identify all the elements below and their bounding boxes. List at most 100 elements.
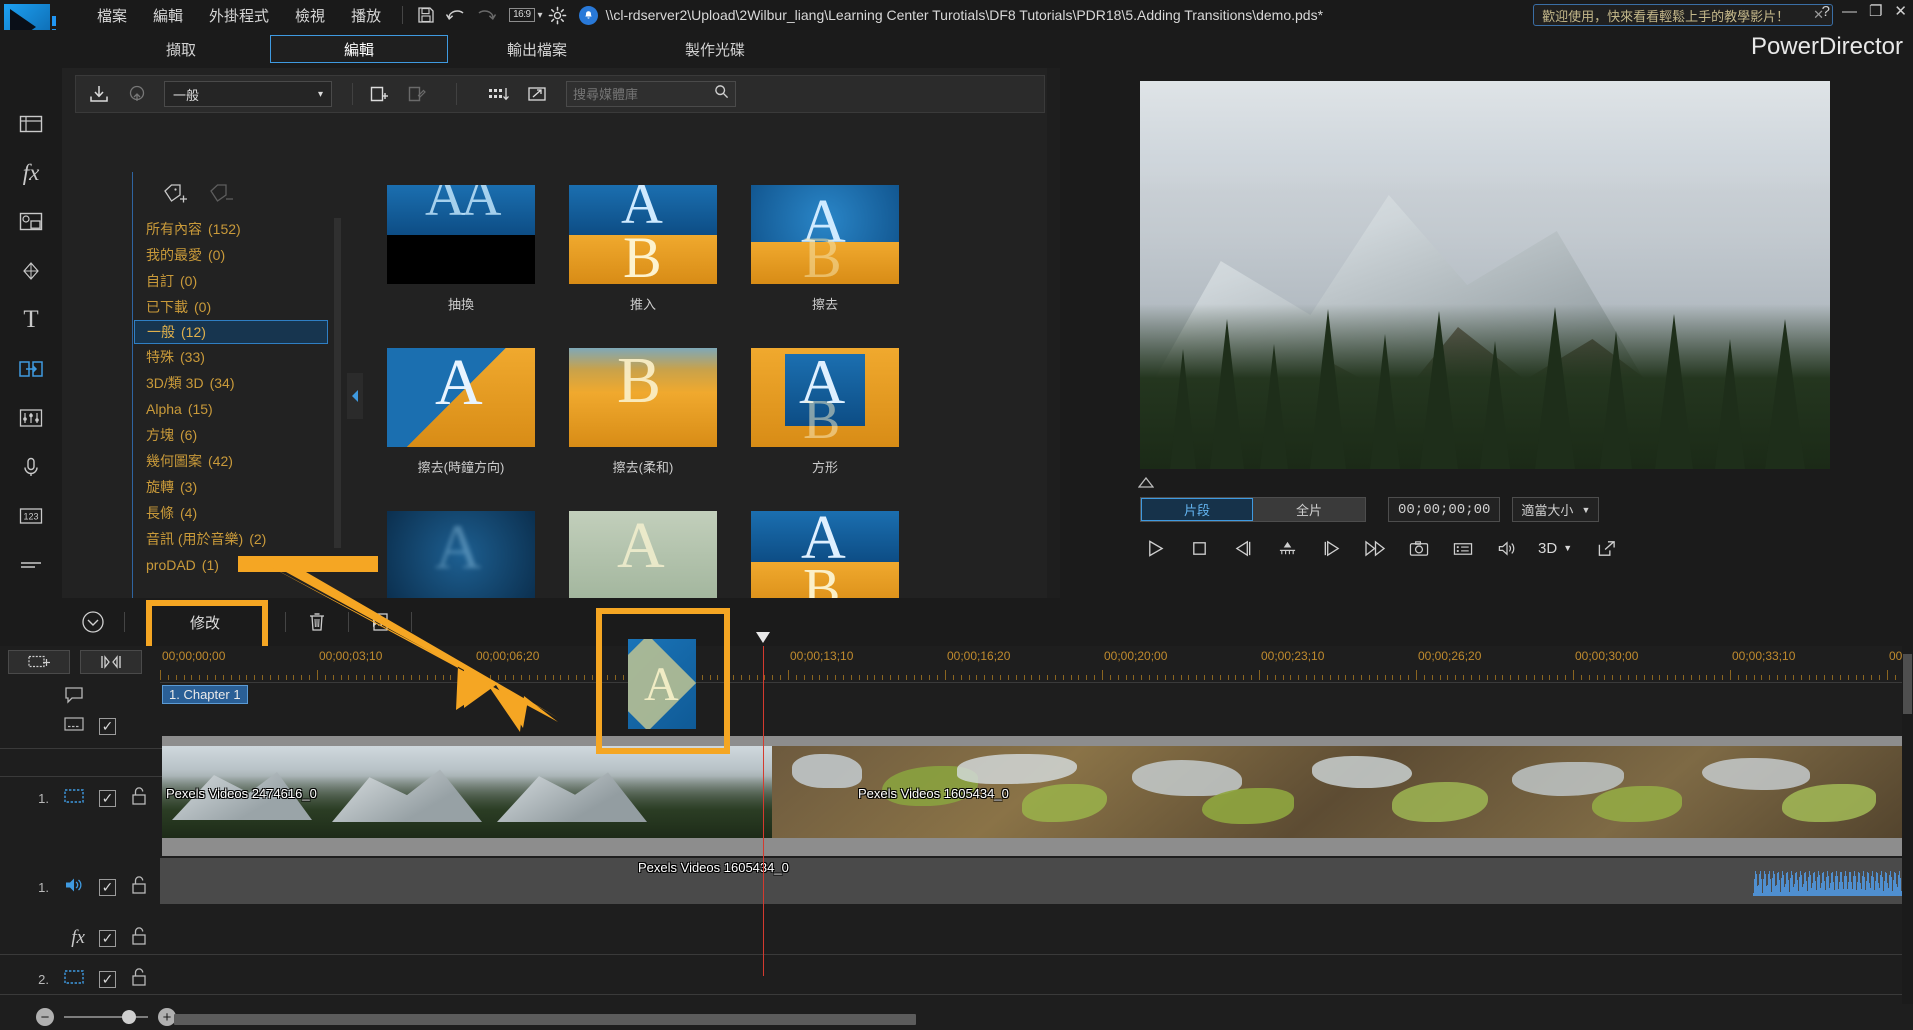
category-item-6[interactable]: 3D/類 3D(34) [134, 370, 334, 396]
add-folder-icon[interactable] [362, 79, 396, 109]
transition-thumbnail[interactable]: AB [751, 185, 899, 284]
transition-item-2[interactable]: AB擦去 [734, 178, 916, 341]
notification-bell-icon[interactable] [579, 6, 598, 25]
category-scrollbar[interactable] [334, 218, 341, 548]
timeline-horizontal-scrollbar[interactable] [168, 1014, 1868, 1025]
gear-icon[interactable] [543, 2, 573, 28]
transition-room-icon[interactable] [10, 353, 52, 385]
stop-icon[interactable] [1184, 535, 1214, 561]
tag-remove-icon[interactable] [208, 182, 236, 206]
modify-button[interactable]: 修改 [139, 607, 271, 637]
undo-icon[interactable] [441, 2, 471, 28]
menu-edit[interactable]: 編輯 [140, 1, 196, 30]
chapter-marker[interactable]: 1. Chapter 1 [162, 685, 248, 704]
effect-room-icon[interactable]: fx [10, 157, 52, 189]
menu-file[interactable]: 檔案 [84, 1, 140, 30]
import-icon[interactable] [82, 79, 116, 109]
transition-item-1[interactable]: AB推入 [552, 178, 734, 341]
edit-icon[interactable] [400, 79, 434, 109]
close-button[interactable]: ✕ [1894, 2, 1907, 22]
clip-properties-icon[interactable] [363, 607, 397, 637]
transition-item-4[interactable]: B擦去(柔和) [552, 341, 734, 504]
tab-edit[interactable]: 編輯 [270, 35, 448, 63]
transition-thumbnail[interactable]: AB [751, 511, 899, 610]
timeline-ruler[interactable]: 00;00;00;0000;00;03;1000;00;06;2000;00;1… [160, 646, 1913, 682]
search-icon[interactable] [714, 84, 729, 104]
menu-view[interactable]: 檢視 [282, 1, 338, 30]
category-item-4[interactable]: 一般(12) [134, 320, 328, 344]
zoom-out-button[interactable]: − [36, 1008, 54, 1026]
category-item-5[interactable]: 特殊(33) [134, 344, 334, 370]
category-item-8[interactable]: 方塊(6) [134, 422, 334, 448]
timeline-transition-clip[interactable]: A [628, 639, 696, 729]
zoom-slider[interactable] [64, 1016, 148, 1018]
snapshot-icon[interactable] [1404, 535, 1434, 561]
transition-thumbnail[interactable]: AA [387, 185, 535, 284]
trash-icon[interactable] [300, 607, 334, 637]
category-item-10[interactable]: 旋轉(3) [134, 474, 334, 500]
video-2-lock-icon[interactable] [130, 967, 148, 992]
audio-1-visibility-checkbox[interactable] [99, 879, 116, 896]
minimize-button[interactable]: — [1842, 2, 1857, 22]
track-header-fx[interactable]: fx [0, 918, 160, 958]
category-item-11[interactable]: 長條(4) [134, 500, 334, 526]
transition-item-5[interactable]: AB方形 [734, 341, 916, 504]
category-item-2[interactable]: 自訂(0) [134, 268, 334, 294]
tag-add-icon[interactable] [162, 182, 190, 206]
aspect-ratio-selector[interactable]: 16:9 ▾ [509, 2, 543, 28]
category-item-12[interactable]: 音訊 (用於音樂)(2) [134, 526, 334, 552]
playhead[interactable] [763, 646, 764, 976]
chapter-room-icon[interactable]: 123 [10, 500, 52, 532]
track-header-subtitle[interactable] [0, 712, 160, 740]
audio-1-lock-icon[interactable] [130, 875, 148, 900]
3d-mode-selector[interactable]: 3D ▼ [1538, 540, 1572, 557]
menu-playback[interactable]: 播放 [338, 1, 394, 30]
category-item-13[interactable]: proDAD(1) [134, 552, 334, 578]
track-header-audio-1[interactable]: 1. [0, 856, 160, 918]
category-item-0[interactable]: 所有內容(152) [134, 216, 334, 242]
pip-object-room-icon[interactable] [10, 206, 52, 238]
video-1-lock-icon[interactable] [130, 786, 148, 811]
voice-over-icon[interactable] [10, 451, 52, 483]
search-input[interactable] [573, 87, 705, 102]
help-button[interactable]: ? [1822, 2, 1830, 22]
chevron-down-circle-icon[interactable] [76, 607, 110, 637]
media-room-icon[interactable] [10, 108, 52, 140]
popout-icon[interactable] [1592, 535, 1622, 561]
volume-icon[interactable] [1492, 535, 1522, 561]
category-item-1[interactable]: 我的最愛(0) [134, 242, 334, 268]
clip-pexels-2474616[interactable]: Pexels Videos 2474616_0 [162, 736, 772, 856]
category-item-9[interactable]: 幾何圖案(42) [134, 448, 334, 474]
category-item-7[interactable]: Alpha(15) [134, 396, 334, 422]
next-frame-icon[interactable] [1316, 535, 1346, 561]
fast-forward-icon[interactable] [1360, 535, 1390, 561]
play-icon[interactable] [1140, 535, 1170, 561]
marker-icon[interactable] [1272, 535, 1302, 561]
collapse-triangle-icon[interactable] [1138, 476, 1156, 492]
subtitle-room-icon[interactable] [10, 549, 52, 581]
transition-thumbnail[interactable]: A [569, 511, 717, 610]
transition-thumbnail[interactable]: A [387, 511, 535, 610]
subtitle-track-visibility-checkbox[interactable] [99, 718, 116, 735]
panel-collapse-handle[interactable] [347, 373, 363, 419]
transition-thumbnail[interactable]: AB [569, 185, 717, 284]
transition-item-0[interactable]: AA抽換 [370, 178, 552, 341]
preview-size-selector[interactable]: 適當大小 ▼ [1512, 497, 1599, 522]
redo-icon[interactable] [471, 2, 501, 28]
fx-lock-icon[interactable] [130, 926, 148, 951]
title-room-icon[interactable]: T [10, 304, 52, 336]
fx-track-visibility-checkbox[interactable] [99, 930, 116, 947]
sort-grid-icon[interactable] [482, 79, 516, 109]
promo-banner[interactable]: 歡迎使用，快來看看輕鬆上手的教學影片！ ✕ [1533, 4, 1833, 26]
chapter-track[interactable]: 1. Chapter 1 [160, 682, 1913, 708]
transition-thumbnail[interactable]: B [569, 348, 717, 447]
tab-create-disc[interactable]: 製作光碟 [626, 35, 804, 63]
save-icon[interactable] [411, 2, 441, 28]
menu-plugins[interactable]: 外掛程式 [196, 1, 282, 30]
clip-pexels-1605434[interactable]: Pexels Videos 1605434_0 [772, 736, 1912, 856]
preview-timecode[interactable]: 00;00;00;00 [1388, 497, 1500, 522]
download-icon[interactable] [120, 79, 154, 109]
video-2-visibility-checkbox[interactable] [99, 971, 116, 988]
track-header-chapter[interactable] [0, 682, 160, 712]
range-segment-clip[interactable]: 片段 [1141, 498, 1253, 521]
